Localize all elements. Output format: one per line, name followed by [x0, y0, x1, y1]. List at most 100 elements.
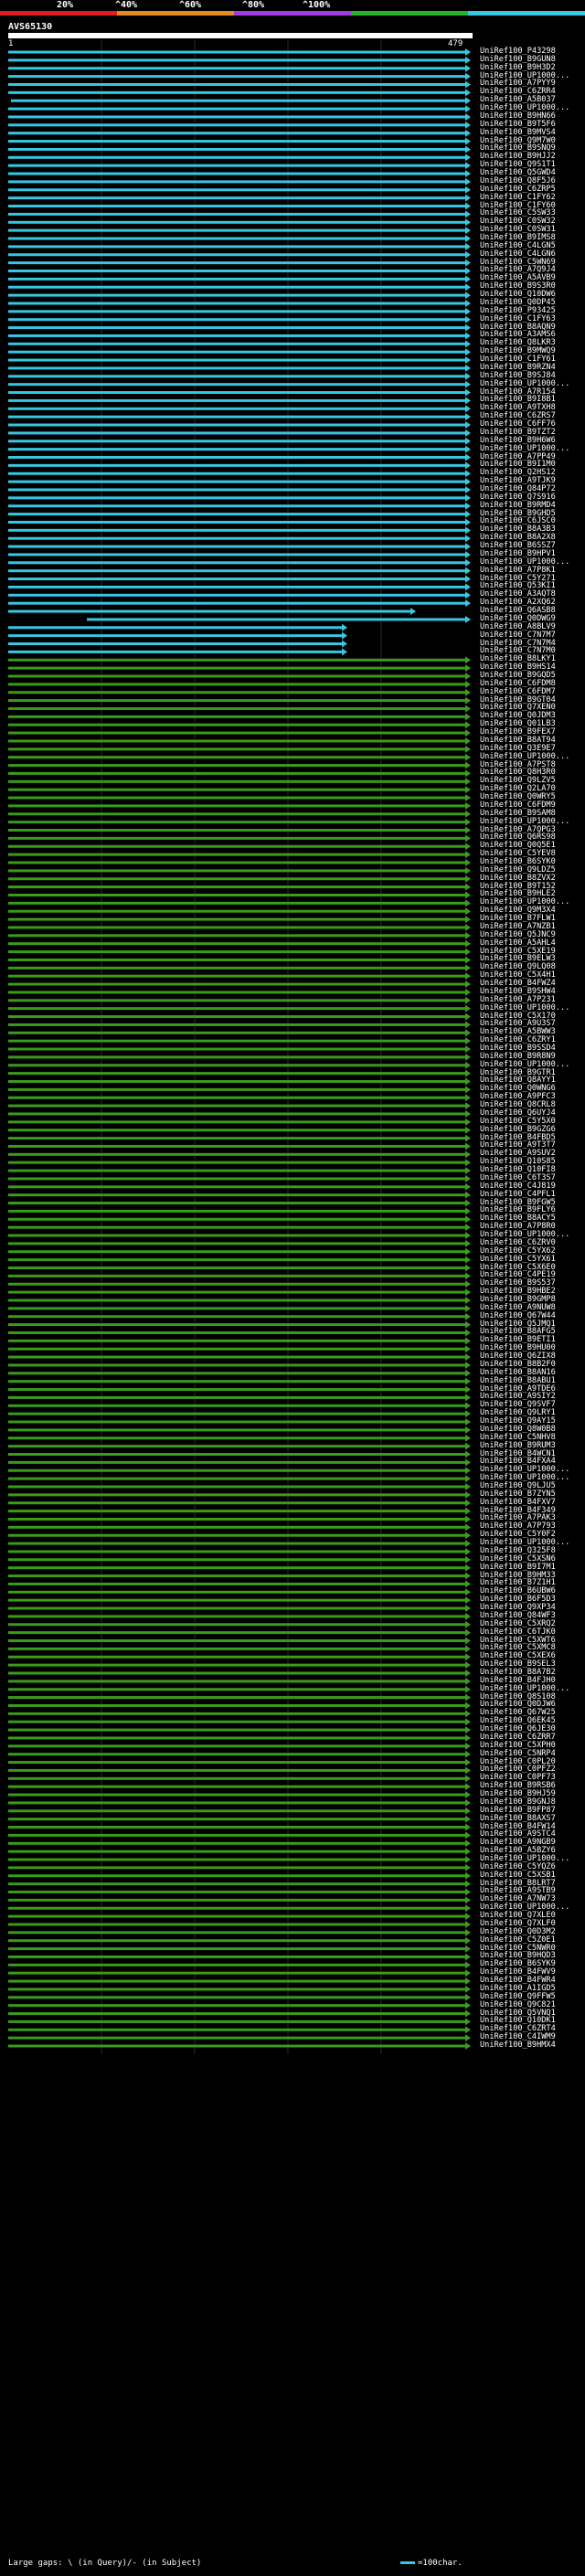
hit-row — [8, 1507, 471, 1515]
hit-row — [8, 1482, 471, 1490]
hit-row — [8, 640, 347, 648]
hit-row — [8, 794, 471, 802]
hit-row — [8, 461, 471, 470]
hit-bar — [8, 1882, 466, 1886]
hit-arrowhead — [465, 1815, 471, 1823]
hit-arrowhead — [465, 227, 471, 235]
hit-arrowhead — [465, 721, 471, 729]
hit-bar — [8, 180, 466, 184]
hit-arrowhead — [465, 834, 471, 843]
hit-row — [8, 988, 471, 996]
hit-arrowhead — [465, 1426, 471, 1434]
hit-bar — [8, 1639, 466, 1643]
hit-bar — [8, 293, 466, 297]
hit-bar — [8, 318, 466, 322]
hit-row — [8, 421, 471, 429]
hit-bar — [8, 212, 466, 216]
hit-arrowhead — [465, 1280, 471, 1288]
hit-arrowhead — [465, 1977, 471, 1986]
hit-row — [8, 567, 471, 575]
hit-arrowhead — [465, 535, 471, 543]
hit-row — [8, 1329, 471, 1337]
hit-row — [8, 283, 471, 292]
hit-bar — [8, 1225, 466, 1229]
hit-bar — [8, 536, 466, 540]
hit-bar — [8, 1323, 466, 1327]
hit-bar — [8, 205, 466, 208]
hit-bar — [8, 456, 466, 459]
hit-bar — [8, 1582, 466, 1585]
hit-arrowhead — [465, 1069, 471, 1077]
hit-row — [8, 1645, 471, 1653]
hit-arrowhead — [465, 1094, 471, 1102]
hit-bar — [8, 788, 466, 791]
hit-row — [8, 1215, 471, 1224]
hit-row — [8, 202, 471, 210]
hit-arrowhead — [465, 380, 471, 388]
hit-row — [8, 1637, 471, 1645]
hit-arrowhead — [465, 2001, 471, 2009]
hit-arrowhead — [465, 705, 471, 713]
hit-bar — [8, 1217, 466, 1221]
hit-arrowhead — [465, 713, 471, 721]
hit-row — [8, 275, 471, 283]
hit-label[interactable]: UniRef100_B9HMX4 — [480, 2041, 556, 2051]
hit-row — [8, 1913, 471, 1921]
hit-bar — [8, 1104, 466, 1108]
hit-arrowhead — [465, 1515, 471, 1523]
hit-arrowhead — [465, 112, 471, 121]
hit-row — [8, 218, 471, 227]
hit-arrowhead — [465, 1434, 471, 1442]
hit-row — [8, 1580, 471, 1588]
hit-row — [8, 518, 471, 526]
hit-arrowhead — [465, 356, 471, 365]
legend-scale: =100char. — [400, 2559, 463, 2569]
hit-row — [8, 1434, 471, 1442]
hit-bar — [8, 545, 466, 548]
hit-arrowhead — [465, 1199, 471, 1207]
hit-arrowhead — [465, 478, 471, 486]
hit-arrowhead — [465, 194, 471, 202]
hit-bar — [8, 1372, 466, 1375]
hit-bar — [8, 140, 466, 143]
hit-row — [8, 259, 471, 267]
hit-bar — [8, 821, 466, 824]
hit-bar — [8, 1420, 466, 1424]
hit-arrowhead — [465, 1693, 471, 1701]
hit-row — [8, 1661, 471, 1670]
hit-bar — [8, 1137, 466, 1140]
hit-bar — [8, 926, 466, 929]
hit-row — [8, 1807, 471, 1815]
hit-arrowhead — [465, 615, 471, 623]
hit-bar — [8, 771, 466, 775]
hit-arrowhead — [465, 485, 471, 493]
hit-bar — [8, 1558, 466, 1562]
hit-arrowhead — [465, 1061, 471, 1069]
hit-row — [8, 1069, 471, 1077]
hit-arrowhead — [465, 1831, 471, 1839]
hit-row — [8, 680, 471, 688]
hit-bar — [8, 431, 466, 435]
hit-row — [8, 340, 471, 348]
hit-arrowhead — [465, 1750, 471, 1758]
hit-arrowhead — [465, 818, 471, 826]
hit-bar — [8, 1493, 466, 1497]
hit-bar — [8, 2012, 466, 2016]
hit-arrowhead — [465, 162, 471, 170]
hit-row — [8, 1142, 471, 1150]
hit-arrowhead — [465, 2018, 471, 2026]
hit-bar — [8, 1250, 466, 1254]
hit-row — [8, 801, 471, 810]
hit-row — [8, 1296, 471, 1304]
hit-bar — [8, 1550, 466, 1553]
hit-row — [8, 1109, 471, 1118]
hit-row — [8, 1863, 471, 1871]
hit-bar — [8, 220, 466, 224]
hit-row — [8, 631, 347, 640]
hit-bar — [8, 1703, 466, 1707]
hit-arrowhead — [465, 1580, 471, 1588]
hit-bar — [8, 463, 466, 467]
hit-arrowhead — [465, 988, 471, 996]
hit-arrowhead — [465, 1224, 471, 1232]
hit-arrowhead — [465, 154, 471, 162]
